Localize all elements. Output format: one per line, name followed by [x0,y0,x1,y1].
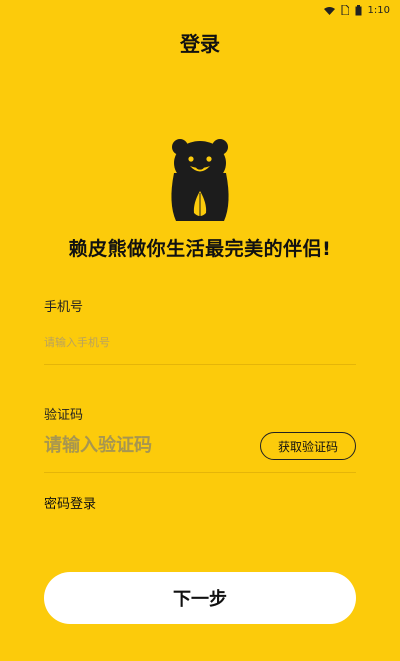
code-input[interactable] [44,435,224,456]
wifi-icon [323,6,335,15]
phone-field-group: 手机号 [44,296,356,366]
slogan-text: 赖皮熊做你生活最完美的伴侣! [68,238,332,260]
sim-icon [341,5,349,15]
phone-input[interactable] [44,336,244,349]
code-divider [44,472,356,473]
get-code-button[interactable]: 获取验证码 [260,432,356,460]
phone-label: 手机号 [44,300,84,315]
code-field-group: 验证码 获取验证码 [44,404,356,474]
battery-icon [355,4,362,16]
password-login-link[interactable]: 密码登录 [44,493,96,512]
bear-logo-icon [164,133,236,223]
phone-divider [44,364,356,365]
status-bar: 1:10 [0,0,400,20]
page-title: 登录 [180,32,220,56]
next-button[interactable]: 下一步 [44,572,356,624]
status-time: 1:10 [367,4,390,16]
code-label: 验证码 [44,408,84,423]
